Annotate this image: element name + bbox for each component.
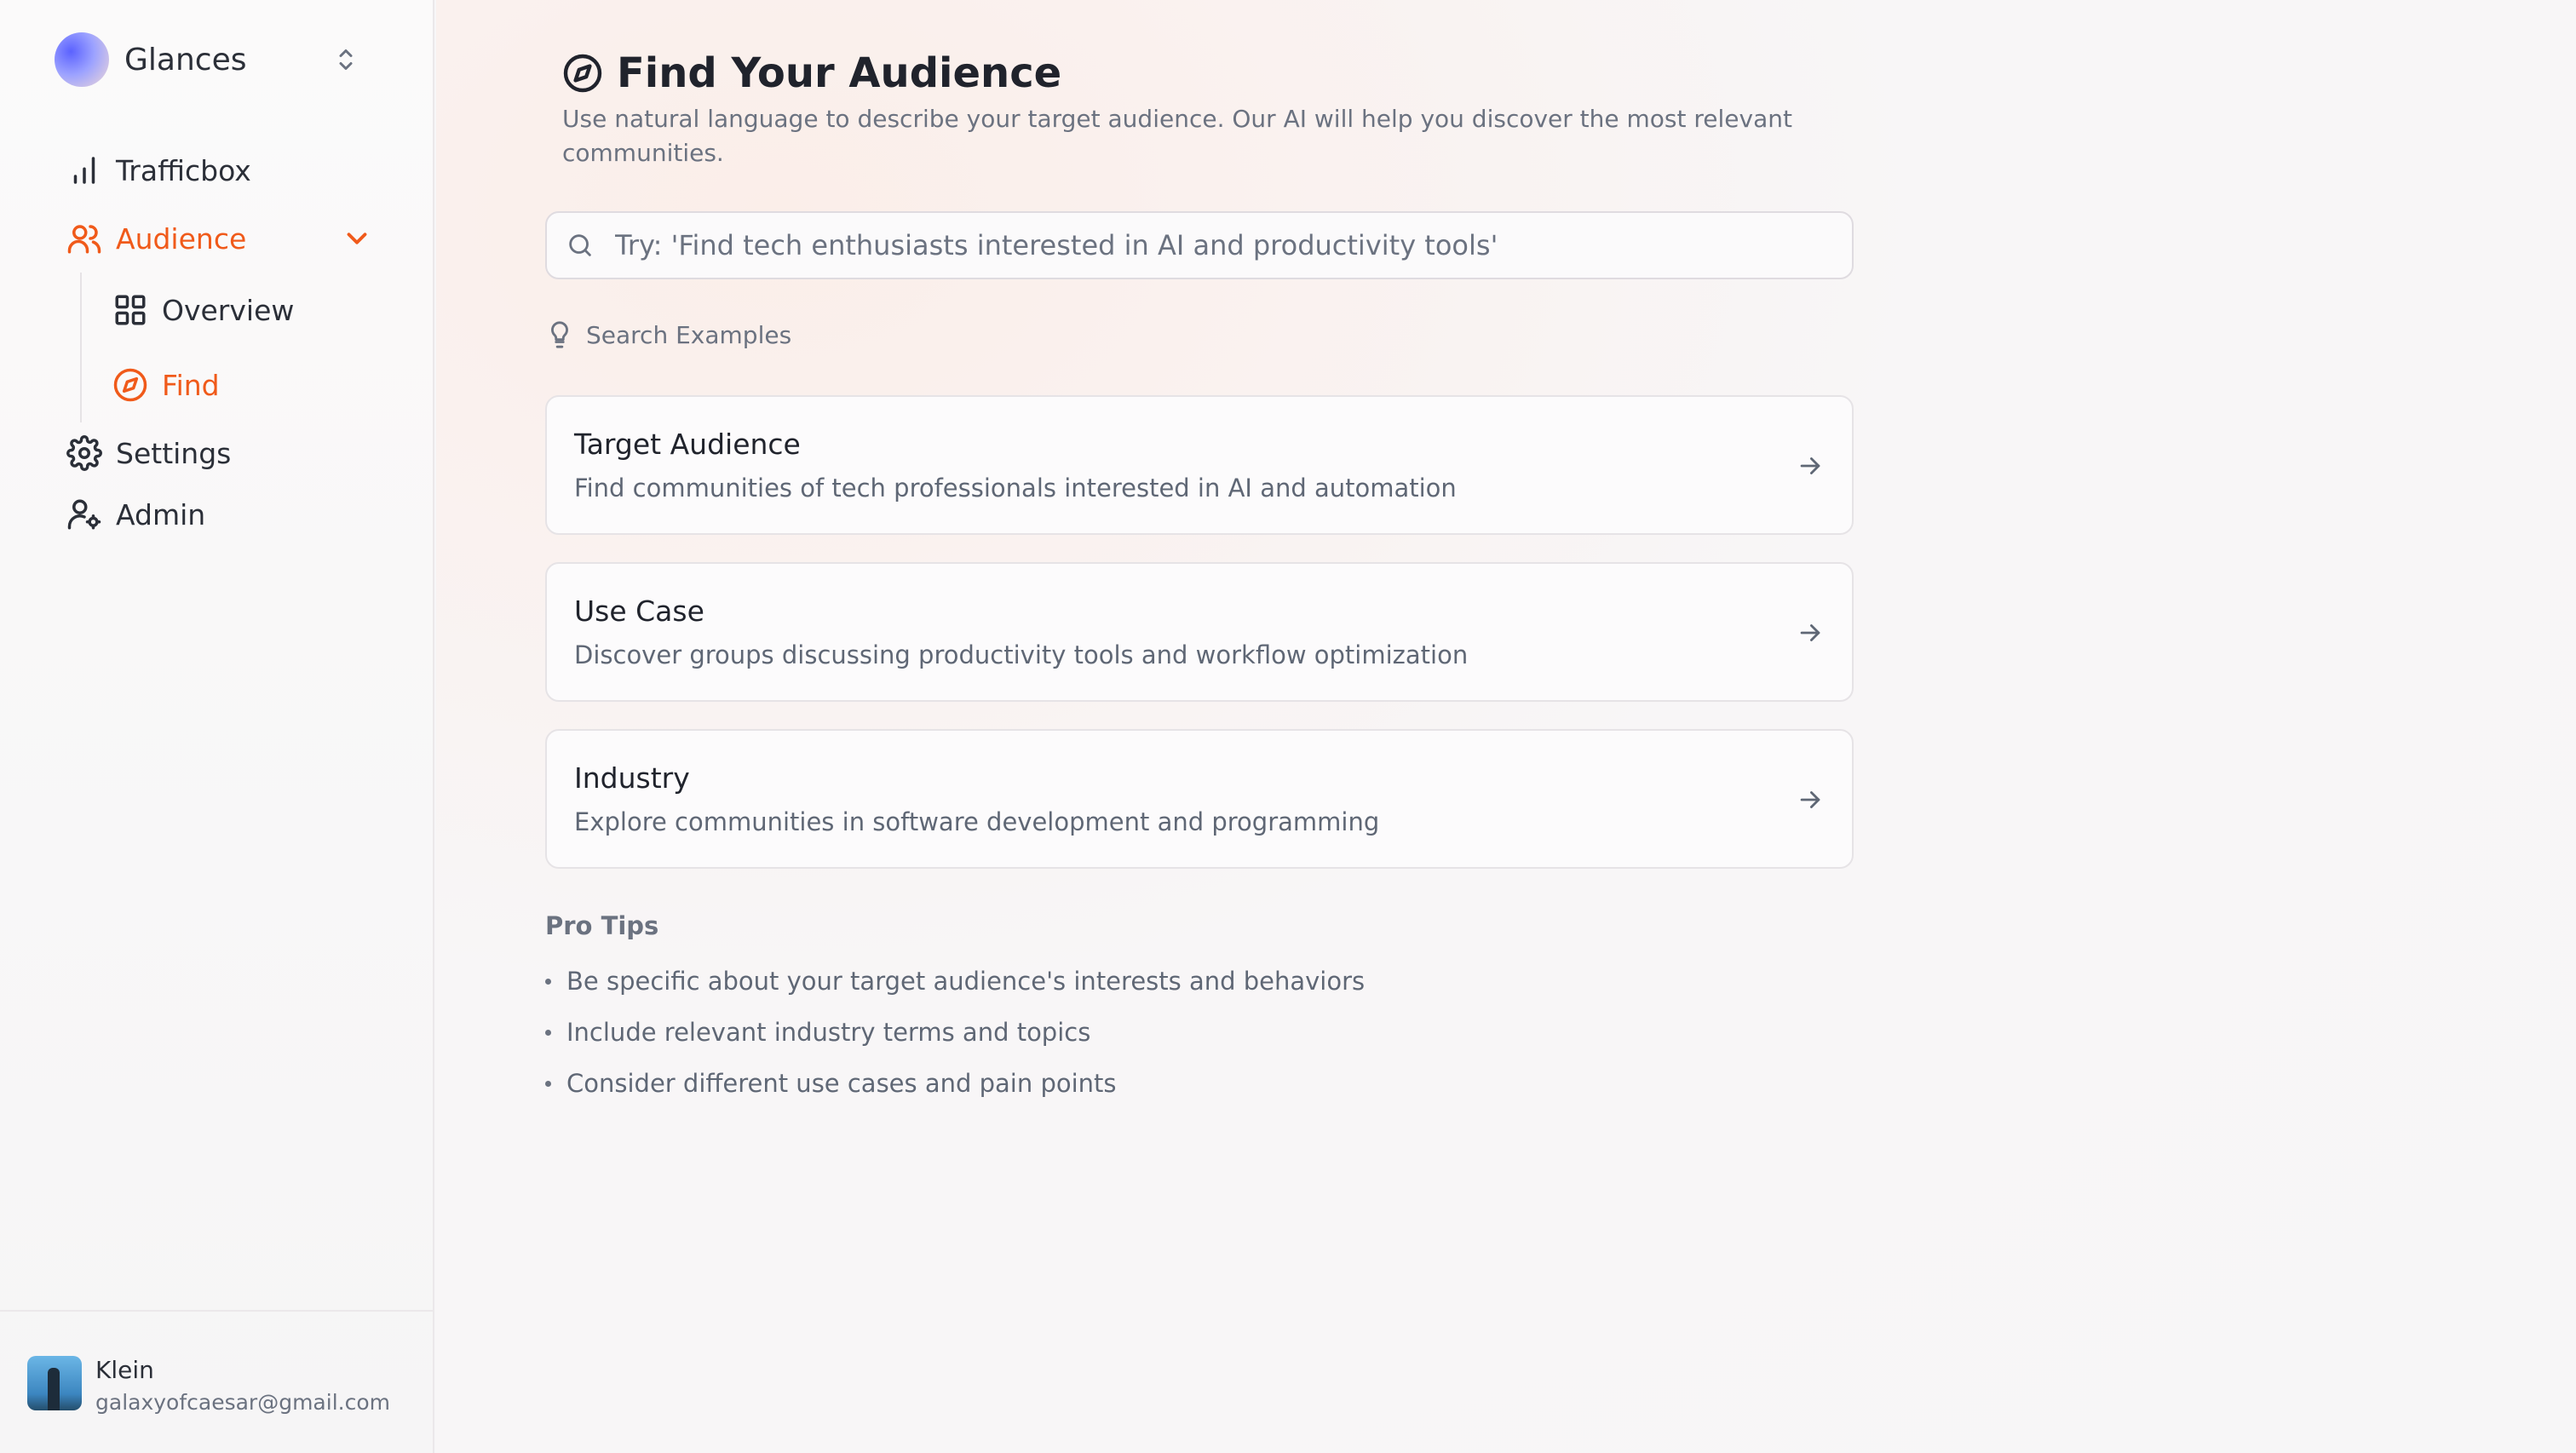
search-input[interactable] [615, 215, 1852, 275]
example-card-desc: Find communities of tech professionals i… [574, 474, 1457, 503]
pro-tip-text: Include relevant industry terms and topi… [566, 1018, 1091, 1047]
sidebar-item-label: Find [162, 368, 220, 402]
page-title: Find Your Audience [617, 49, 1062, 97]
pro-tips-title: Pro Tips [545, 911, 659, 940]
example-card-desc: Discover groups discussing productivity … [574, 640, 1469, 669]
compass-icon [113, 368, 147, 402]
example-card-desc: Explore communities in software developm… [574, 807, 1380, 836]
arrow-right-icon [1800, 791, 1820, 808]
example-card-target-audience[interactable]: Target Audience Find communities of tech… [545, 395, 1854, 535]
gear-icon [66, 435, 102, 471]
arrow-right-icon [1800, 457, 1820, 474]
sidebar-item-audience[interactable]: Audience [66, 204, 373, 273]
bar-chart-icon [73, 157, 95, 184]
search-examples-text: Search Examples [586, 320, 792, 349]
list-item: Be specific about your target audience's… [545, 956, 1365, 1007]
grid-icon [115, 295, 146, 325]
avatar [27, 1356, 82, 1410]
page-subtitle: Use natural language to describe your ta… [562, 105, 1792, 167]
bullet [545, 978, 551, 985]
list-item: Include relevant industry terms and topi… [545, 1007, 1365, 1058]
search-bar [545, 211, 1854, 279]
pro-tip-text: Be specific about your target audience's… [566, 967, 1366, 996]
sidebar-item-label: Settings [116, 436, 232, 470]
pro-tips-list: Be specific about your target audience's… [545, 956, 1365, 1109]
user-profile[interactable]: Klein galaxyofcaesar@gmail.com [0, 1310, 434, 1453]
sidebar-item-find[interactable]: Find [112, 347, 373, 422]
sidebar-item-label: Trafficbox [116, 153, 251, 187]
page-header: Find Your Audience [562, 49, 1061, 97]
sidebar-item-settings[interactable]: Settings [66, 422, 373, 484]
pro-tip-text: Consider different use cases and pain po… [566, 1069, 1117, 1098]
user-cog-icon [67, 499, 101, 530]
sidebar-item-overview[interactable]: Overview [112, 273, 373, 347]
lightbulb-icon [551, 321, 568, 348]
arrow-right-icon [1800, 624, 1820, 641]
compass-icon [563, 54, 602, 93]
sidebar-item-label: Audience [116, 221, 247, 256]
example-card-use-case[interactable]: Use Case Discover groups discussing prod… [545, 562, 1854, 702]
list-item: Consider different use cases and pain po… [545, 1058, 1365, 1109]
sidebar-item-label: Admin [116, 497, 206, 531]
example-card-title: Use Case [574, 594, 704, 628]
search-examples-label: Search Examples [545, 320, 791, 349]
main-content: Find Your Audience Use natural language … [436, 0, 2576, 1453]
user-email: galaxyofcaesar@gmail.com [95, 1390, 390, 1415]
user-name: Klein [95, 1356, 154, 1384]
sidebar-item-trafficbox[interactable]: Trafficbox [66, 136, 373, 204]
workspace-switcher[interactable]: Glances [55, 32, 361, 87]
sidebar: Glances Trafficbox Audience Overview Fin… [0, 0, 434, 1453]
chevron-up-down-icon [339, 49, 353, 70]
audience-subnav: Overview Find [80, 273, 373, 422]
chevron-down-icon[interactable] [341, 222, 373, 255]
brand-name: Glances [124, 42, 247, 78]
sidebar-item-admin[interactable]: Admin [66, 484, 373, 545]
sidebar-nav: Trafficbox Audience Overview Find Settin… [66, 136, 373, 545]
sidebar-item-label: Overview [162, 293, 295, 327]
brand-logo [55, 32, 109, 87]
bullet [545, 1080, 551, 1087]
example-card-title: Target Audience [574, 428, 801, 461]
example-card-industry[interactable]: Industry Explore communities in software… [545, 729, 1854, 869]
example-card-title: Industry [574, 761, 690, 795]
users-icon [67, 225, 101, 254]
bullet [545, 1029, 551, 1036]
search-icon [569, 234, 591, 256]
